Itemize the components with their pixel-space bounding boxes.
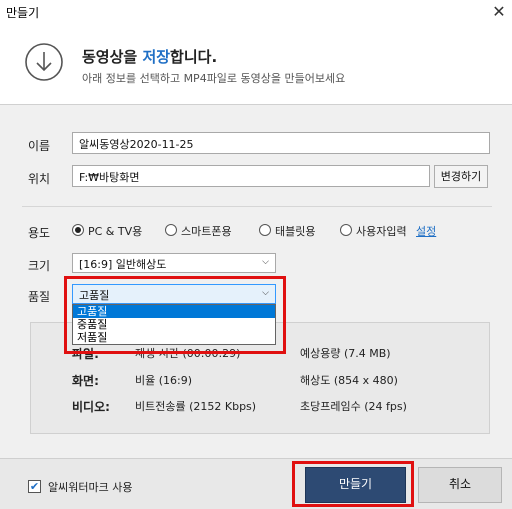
info-bitrate: 비트전송률 (2152 Kbps) (135, 400, 257, 413)
make-button[interactable]: 만들기 (305, 467, 406, 503)
change-location-button[interactable]: 변경하기 (434, 165, 488, 188)
radio-custom[interactable] (340, 224, 352, 236)
quality-highlight-box (64, 276, 286, 354)
radio-pc-tv[interactable] (72, 224, 84, 236)
watermark-checkbox[interactable]: ✔ (28, 480, 41, 493)
watermark-label: 알씨워터마크 사용 (48, 481, 133, 494)
location-input[interactable]: F:₩바탕화면 (72, 165, 430, 187)
info-expected-size: 예상용량 (7.4 MB) (300, 347, 391, 360)
info-fps: 초당프레임수 (24 fps) (300, 400, 407, 413)
quality-label: 품질 (28, 290, 51, 304)
name-input[interactable]: 알씨동영상2020-11-25 (72, 132, 490, 154)
name-label: 이름 (28, 139, 51, 153)
size-select-value: [16:9] 일반해상도 (79, 258, 167, 271)
header-title-accent: 저장 (142, 48, 171, 66)
info-screen-key: 화면: (72, 374, 99, 388)
usage-label: 용도 (28, 226, 51, 240)
radio-tablet[interactable] (259, 224, 271, 236)
download-icon (25, 43, 63, 81)
size-select[interactable]: [16:9] 일반해상도 ⌵ (72, 253, 276, 273)
radio-smartphone-label: 스마트폰용 (181, 225, 232, 238)
info-video-key: 비디오: (72, 400, 110, 414)
window-title: 만들기 (6, 6, 40, 20)
size-label: 크기 (28, 259, 51, 273)
radio-custom-label: 사용자입력 (356, 225, 407, 238)
header-title: 동영상을 저장합니다. (82, 46, 217, 67)
divider (22, 206, 492, 207)
radio-smartphone[interactable] (165, 224, 177, 236)
header-subtitle: 아래 정보를 선택하고 MP4파일로 동영상을 만들어보세요 (82, 72, 346, 85)
radio-tablet-label: 태블릿용 (275, 225, 316, 238)
dialog-header (0, 24, 512, 105)
chevron-down-icon: ⌵ (262, 257, 269, 267)
radio-pc-tv-label: PC & TV용 (88, 225, 143, 238)
location-label: 위치 (28, 172, 51, 186)
info-resolution: 해상도 (854 x 480) (300, 374, 398, 387)
settings-link[interactable]: 설정 (416, 223, 436, 239)
title-bar (0, 0, 512, 24)
info-ratio: 비율 (16:9) (135, 374, 193, 387)
close-icon[interactable]: ✕ (488, 1, 510, 23)
header-title-suffix: 합니다. (170, 48, 218, 66)
header-title-prefix: 동영상을 (82, 48, 143, 66)
cancel-button[interactable]: 취소 (418, 467, 502, 503)
